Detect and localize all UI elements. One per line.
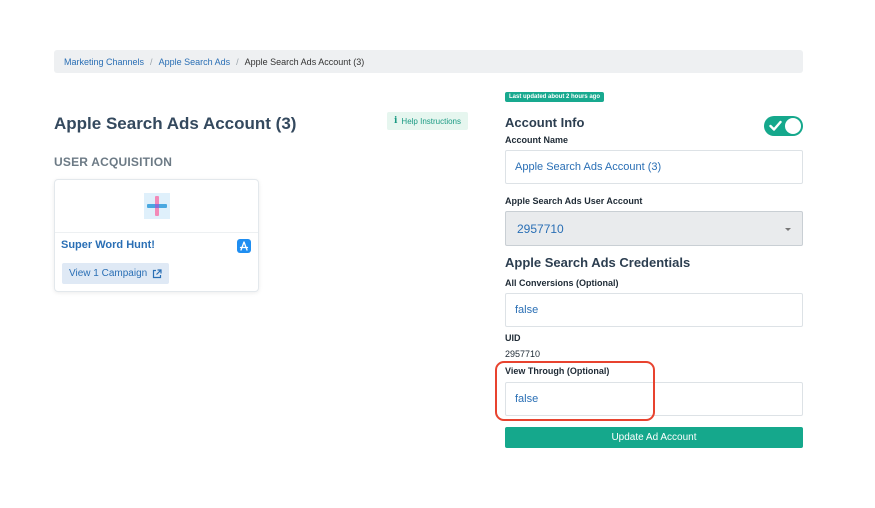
all-conversions-input[interactable]: false — [505, 293, 803, 327]
account-name-input[interactable]: Apple Search Ads Account (3) — [505, 150, 803, 184]
toggle-knob — [785, 118, 801, 134]
account-name-label: Account Name — [505, 135, 569, 145]
update-ad-account-button[interactable]: Update Ad Account — [505, 427, 803, 448]
app-icon-area — [55, 180, 258, 233]
last-updated-badge: Last updated about 2 hours ago — [505, 92, 605, 102]
external-link-icon — [153, 268, 162, 278]
breadcrumb-current: Apple Search Ads Account (3) — [244, 56, 365, 67]
user-account-label: Apple Search Ads User Account — [505, 196, 643, 206]
help-instructions-label: Help Instructions — [401, 116, 462, 126]
view-campaign-button[interactable]: View 1 Campaign — [62, 263, 170, 284]
breadcrumb: Marketing Channels / Apple Search Ads / … — [54, 50, 803, 73]
chevron-down-icon — [785, 228, 791, 231]
credentials-heading: Apple Search Ads Credentials — [505, 255, 691, 270]
app-store-icon — [237, 239, 251, 253]
uid-value: 2957710 — [505, 349, 541, 359]
user-account-select[interactable]: 2957710 — [505, 211, 803, 246]
account-info-heading: Account Info — [505, 115, 585, 130]
breadcrumb-marketing-channels[interactable]: Marketing Channels — [64, 57, 144, 67]
app-card: Super Word Hunt! View 1 Campaign — [54, 179, 259, 292]
all-conversions-label: All Conversions (Optional) — [505, 278, 619, 288]
check-icon — [769, 120, 782, 131]
help-instructions-button[interactable]: i Help Instructions — [387, 112, 469, 130]
view-campaign-label: View 1 Campaign — [69, 268, 148, 279]
info-icon: i — [394, 116, 398, 126]
account-enabled-toggle[interactable] — [764, 116, 803, 136]
page-title: Apple Search Ads Account (3) — [54, 114, 297, 133]
highlight-annotation — [495, 361, 655, 421]
breadcrumb-apple-search-ads[interactable]: Apple Search Ads — [159, 57, 231, 67]
user-account-value: 2957710 — [517, 221, 564, 236]
app-name[interactable]: Super Word Hunt! — [61, 239, 155, 251]
breadcrumb-separator: / — [150, 56, 153, 67]
app-icon — [143, 193, 170, 219]
uid-label: UID — [505, 333, 521, 343]
breadcrumb-separator: / — [236, 56, 239, 67]
section-heading: USER ACQUISITION — [54, 155, 173, 169]
